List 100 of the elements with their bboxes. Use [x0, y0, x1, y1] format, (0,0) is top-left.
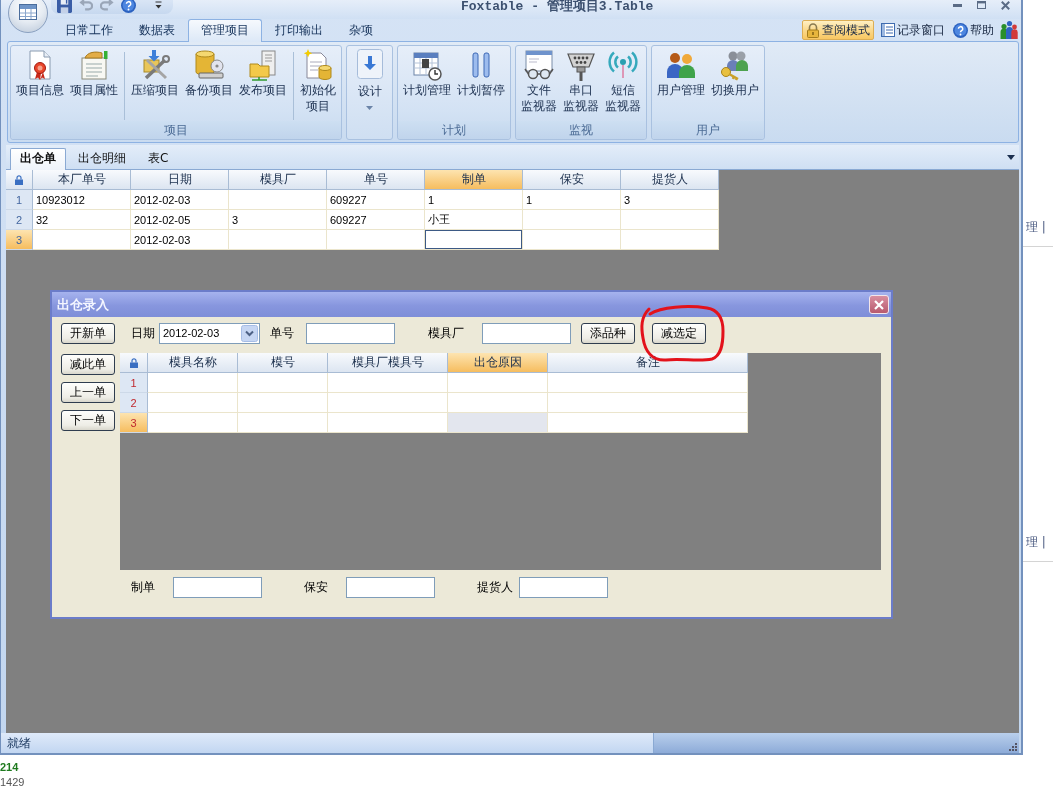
- date-field[interactable]: 2012-02-03: [159, 322, 260, 344]
- calendar-clock-icon: [411, 49, 443, 81]
- table-cell: 2012-02-03: [131, 190, 229, 210]
- dropdown-chevron-icon: [241, 324, 258, 342]
- caret-down-icon[interactable]: [1007, 155, 1015, 160]
- ribbon-tab[interactable]: 日常工作: [52, 19, 126, 41]
- row-header[interactable]: 1: [6, 190, 33, 210]
- text-field[interactable]: [173, 577, 262, 598]
- column-header[interactable]: 模号: [238, 353, 328, 373]
- form-button[interactable]: 上一单: [61, 382, 115, 403]
- form-button[interactable]: 开新单: [61, 322, 115, 344]
- sheet-tab[interactable]: 出仓单: [10, 148, 66, 170]
- row-header[interactable]: 2: [120, 393, 148, 413]
- column-header[interactable]: 出仓原因: [448, 353, 548, 373]
- text-field[interactable]: [306, 322, 395, 344]
- field-label: 制单: [131, 579, 156, 596]
- form-button[interactable]: 减选定: [652, 322, 706, 344]
- ribbon-tool-button[interactable]: 查阅模式: [802, 20, 874, 40]
- row-header[interactable]: 3: [6, 230, 33, 250]
- column-header[interactable]: 本厂单号: [33, 170, 131, 190]
- column-header[interactable]: 模具名称: [148, 353, 238, 373]
- ribbon-button[interactable]: 项目信息: [13, 46, 67, 98]
- ribbon-button[interactable]: 初始化 项目: [297, 46, 339, 114]
- ribbon-tool-button[interactable]: 记录窗口: [879, 20, 947, 40]
- page-text: 理 |: [1025, 535, 1047, 549]
- ribbon-button[interactable]: 切换用户: [708, 46, 762, 98]
- users-icon[interactable]: [1000, 21, 1018, 39]
- ribbon-tab[interactable]: 杂项: [336, 19, 386, 41]
- form-button[interactable]: 下一单: [61, 410, 115, 431]
- minimize-icon: [952, 3, 962, 7]
- ribbon-dropdown-button[interactable]: 设计: [346, 45, 393, 140]
- field-label: 模具厂: [428, 324, 464, 342]
- group-title: 用户: [652, 121, 764, 139]
- ribbon-tool-button[interactable]: 帮助: [951, 20, 996, 40]
- column-header[interactable]: 单号: [327, 170, 425, 190]
- caret-down-icon: [366, 106, 373, 110]
- page-text: 214: [0, 760, 20, 775]
- close-icon: [874, 299, 884, 310]
- column-header[interactable]: 模具厂模具号: [328, 353, 448, 373]
- ribbon-button[interactable]: 用户管理: [654, 46, 708, 98]
- wireless-signal-icon: [607, 49, 639, 81]
- ribbon-button[interactable]: 项目属性: [67, 46, 121, 98]
- form-button[interactable]: 减此单: [61, 354, 115, 375]
- window-title: Foxtable - 管理项目3.Table: [461, 0, 654, 14]
- database-disc-icon: [193, 49, 225, 81]
- group-title: 计划: [398, 121, 510, 139]
- column-header[interactable]: 备注: [548, 353, 748, 373]
- sheet-tab[interactable]: 出仓明细: [68, 148, 136, 170]
- column-header[interactable]: 制单: [425, 170, 523, 190]
- ribbon-tab[interactable]: 数据表: [126, 19, 188, 41]
- row-header[interactable]: 2: [6, 210, 33, 230]
- row-header[interactable]: 3: [120, 413, 148, 433]
- help-icon[interactable]: [121, 0, 136, 13]
- form-button[interactable]: 添品种: [581, 322, 635, 344]
- status-text: 就绪: [7, 734, 31, 752]
- column-header[interactable]: 模具厂: [229, 170, 327, 190]
- sheet-tab[interactable]: 表C: [138, 148, 179, 170]
- text-field[interactable]: [482, 322, 571, 344]
- resize-grip-icon[interactable]: [1008, 742, 1017, 751]
- column-header[interactable]: 日期: [131, 170, 229, 190]
- ribbon-button[interactable]: 计划管理: [400, 46, 454, 98]
- table-cell: 小王: [425, 210, 523, 230]
- row-header[interactable]: 1: [120, 373, 148, 393]
- table-cell: 3: [621, 190, 719, 210]
- table-cell: 2012-02-03: [131, 230, 229, 250]
- field-label: 日期: [131, 324, 155, 342]
- customize-caret-icon[interactable]: [155, 1, 162, 9]
- table-cell: 1: [425, 190, 523, 210]
- ribbon-tab[interactable]: 打印输出: [262, 19, 336, 41]
- column-header[interactable]: 提货人: [621, 170, 719, 190]
- save-icon[interactable]: [57, 0, 72, 13]
- table-cell: 3: [229, 210, 327, 230]
- field-label: 提货人: [477, 579, 514, 596]
- users-key-icon: [719, 49, 751, 81]
- table-cell: 609227: [327, 190, 425, 210]
- ribbon-tab[interactable]: 管理项目: [188, 19, 262, 42]
- folder-server-icon: [247, 49, 279, 81]
- group-title: 监视: [516, 121, 646, 139]
- table-cell: 10923012: [33, 190, 131, 210]
- ribbon-button[interactable]: 文件 监视器: [518, 46, 560, 114]
- ribbon-button[interactable]: 发布项目: [236, 46, 290, 98]
- text-field[interactable]: [519, 577, 608, 598]
- ribbon-button[interactable]: 压缩项目: [128, 46, 182, 98]
- close-button[interactable]: [869, 295, 889, 314]
- ribbon-button[interactable]: 短信 监视器: [602, 46, 644, 114]
- column-header[interactable]: 保安: [523, 170, 621, 190]
- padlock-icon: [15, 174, 23, 185]
- padlock-icon: [806, 22, 820, 38]
- app-menu-button[interactable]: [8, 0, 48, 33]
- padlock-icon: [129, 357, 138, 368]
- ribbon-button[interactable]: 备份项目: [182, 46, 236, 98]
- window-glasses-icon: [523, 49, 555, 81]
- form-document-icon: [78, 49, 110, 81]
- page-text: 理 |: [1025, 220, 1047, 234]
- table-cell: 2012-02-05: [131, 210, 229, 230]
- ribbon-button[interactable]: 串口 监视器: [560, 46, 602, 114]
- ribbon-button[interactable]: 计划暂停: [454, 46, 508, 98]
- close-icon: [1000, 0, 1010, 10]
- table-icon: [19, 4, 37, 20]
- text-field[interactable]: [346, 577, 435, 598]
